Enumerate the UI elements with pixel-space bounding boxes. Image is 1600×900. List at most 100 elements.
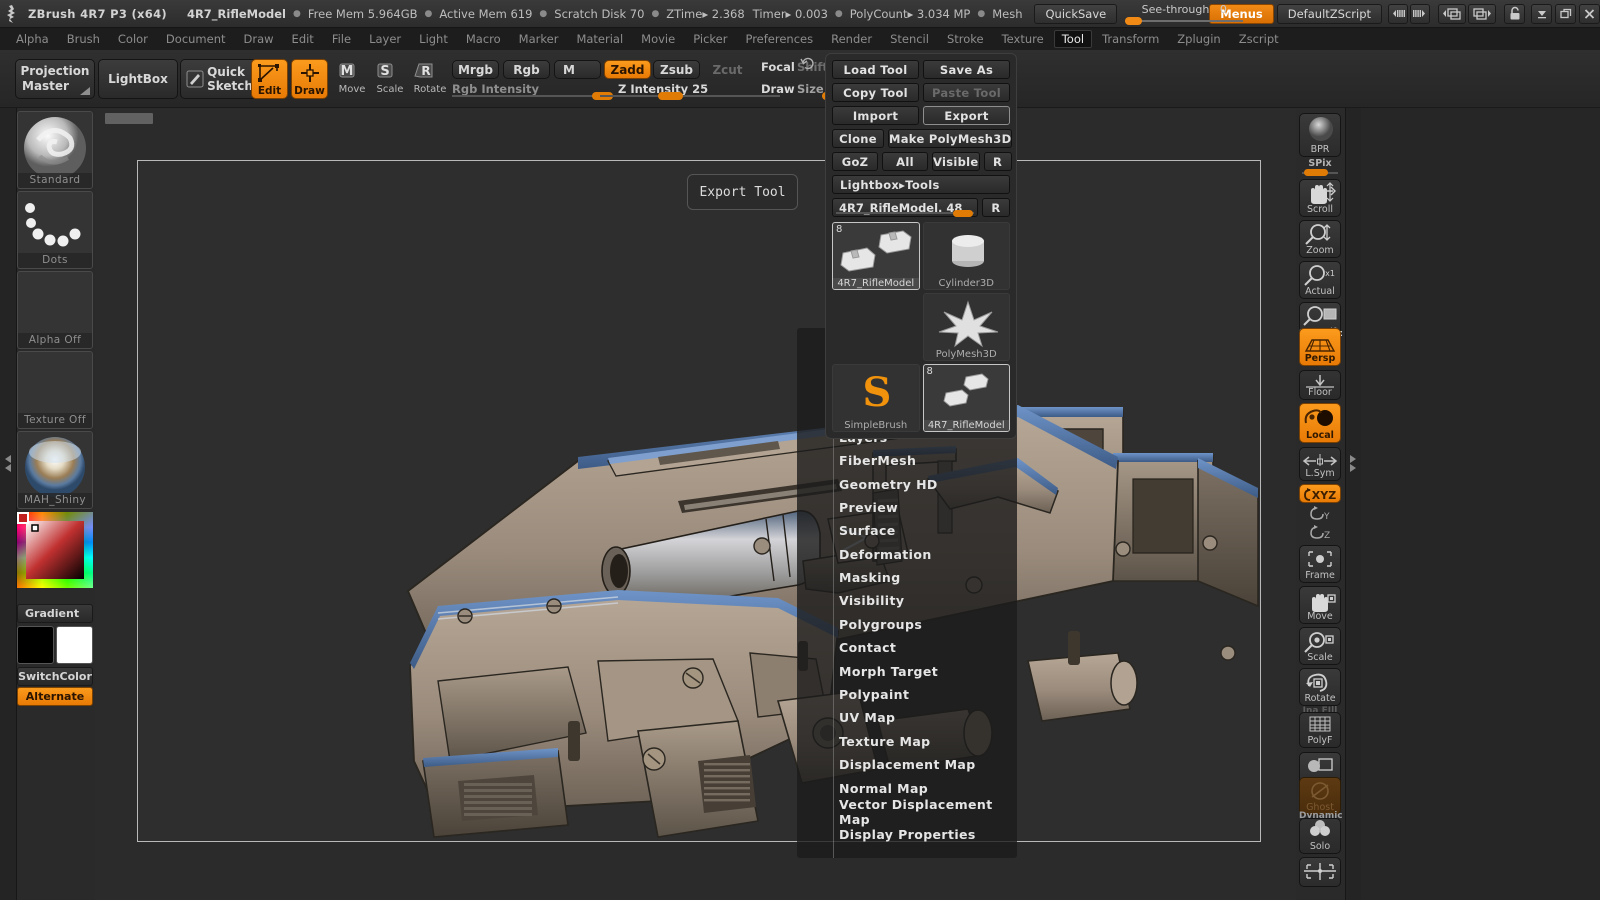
menu-item-file[interactable]: File [324, 30, 359, 48]
persp-button[interactable]: Persp [1299, 328, 1341, 366]
move-button[interactable]: M Move [336, 62, 368, 98]
switch-color-button[interactable]: SwitchColor [17, 667, 93, 686]
visible-button[interactable]: Visible [932, 152, 980, 171]
menu-item-stroke[interactable]: Stroke [939, 30, 992, 48]
scroll-right-icon[interactable] [1410, 3, 1431, 24]
floor-button[interactable]: Floor [1299, 370, 1341, 400]
close-icon[interactable] [1579, 3, 1600, 24]
lightbox-tools-button[interactable]: Lightbox▸Tools [832, 175, 1010, 194]
move-view-button[interactable]: Move [1299, 586, 1341, 624]
see-through-slider[interactable]: See-through 0 [1125, 3, 1244, 25]
tool-section-geometry-hd[interactable]: Geometry HD [797, 472, 1017, 495]
menu-item-picker[interactable]: Picker [685, 30, 735, 48]
tool-thumb-rifle-main[interactable]: 8 4R7_RifleModel [832, 222, 920, 290]
menu-item-edit[interactable]: Edit [284, 30, 322, 48]
tool-section-contact[interactable]: Contact [797, 636, 1017, 659]
make-polymesh3d-button[interactable]: Make PolyMesh3D [888, 129, 1013, 148]
frame-button[interactable]: Frame [1299, 545, 1341, 583]
clone-button[interactable]: Clone [832, 129, 884, 148]
undo-history-icon[interactable] [800, 56, 816, 72]
scroll-left-icon[interactable] [1388, 3, 1409, 24]
menu-item-color[interactable]: Color [110, 30, 156, 48]
tool-thumb-rifle-alt[interactable]: 8 4R7_RifleModel [922, 364, 1010, 432]
menu-item-brush[interactable]: Brush [59, 30, 108, 48]
right-tray-collapse-icon[interactable] [1348, 453, 1358, 475]
draw-button[interactable]: Draw [291, 59, 328, 99]
menu-item-marker[interactable]: Marker [511, 30, 567, 48]
tool-section-display-properties[interactable]: Display Properties [797, 823, 1017, 846]
save-as-button[interactable]: Save As [923, 60, 1010, 79]
secondary-color-swatch[interactable] [56, 626, 93, 664]
see-through-knob[interactable] [1125, 16, 1143, 25]
current-tool-slider-body[interactable]: 4R7_RifleModel. 48 [832, 198, 978, 217]
local-button[interactable]: Local [1299, 403, 1341, 443]
menu-item-layer[interactable]: Layer [361, 30, 409, 48]
export-button[interactable]: Export [923, 106, 1010, 125]
lock-icon[interactable] [1504, 3, 1526, 24]
menu-item-document[interactable]: Document [158, 30, 234, 48]
menu-item-render[interactable]: Render [823, 30, 880, 48]
zoom-button[interactable]: Zoom [1299, 220, 1341, 258]
color-picker[interactable] [17, 512, 93, 602]
menu-item-transform[interactable]: Transform [1094, 30, 1167, 48]
menu-item-movie[interactable]: Movie [633, 30, 683, 48]
mrgb-button[interactable]: Mrgb [452, 60, 499, 79]
projection-master-button[interactable]: Projection Master [15, 59, 95, 99]
lightbox-button[interactable]: LightBox [98, 59, 178, 99]
r-toggle-button[interactable]: R [983, 152, 1012, 171]
rgb-button[interactable]: Rgb [503, 60, 550, 79]
tool-section-preview[interactable]: Preview [797, 496, 1017, 519]
edit-button[interactable]: Edit [251, 59, 288, 99]
all-button[interactable]: All [882, 152, 928, 171]
menu-item-zplugin[interactable]: Zplugin [1169, 30, 1228, 48]
tool-r-button[interactable]: R [982, 198, 1010, 217]
quicksave-button[interactable]: QuickSave [1034, 3, 1118, 24]
stroke-swatch[interactable]: Dots [17, 191, 93, 269]
z-rotate-button[interactable]: Z [1299, 523, 1341, 542]
zadd-button[interactable]: Zadd [604, 60, 651, 79]
prev-layout-icon[interactable] [1438, 3, 1467, 24]
zsub-button[interactable]: Zsub [653, 60, 700, 79]
gradient-button[interactable]: Gradient [17, 604, 93, 623]
tool-section-texture-map[interactable]: Texture Map [797, 730, 1017, 753]
document-canvas[interactable] [95, 108, 1296, 900]
move-arrows-button[interactable] [1299, 857, 1341, 887]
tool-section-masking[interactable]: Masking [797, 566, 1017, 589]
canvas-scroll-pill[interactable] [105, 113, 153, 124]
tool-section-polygroups[interactable]: Polygroups [797, 613, 1017, 636]
menu-item-light[interactable]: Light [411, 30, 456, 48]
menu-item-material[interactable]: Material [568, 30, 631, 48]
tool-section-fibermesh[interactable]: FiberMesh [797, 449, 1017, 472]
m-button[interactable]: M [554, 60, 601, 79]
menu-item-preferences[interactable]: Preferences [737, 30, 821, 48]
zcut-button[interactable]: Zcut [704, 60, 751, 79]
menu-item-macro[interactable]: Macro [458, 30, 509, 48]
next-layout-icon[interactable] [1468, 3, 1497, 24]
tool-section-uv-map[interactable]: UV Map [797, 706, 1017, 729]
tool-section-deformation[interactable]: Deformation [797, 543, 1017, 566]
rifle-model-render[interactable] [138, 161, 1262, 843]
polyf-button[interactable]: PolyF [1299, 712, 1341, 748]
current-tool-slider[interactable]: 4R7_RifleModel. 48 R [832, 198, 1010, 217]
tool-section-visibility[interactable]: Visibility [797, 589, 1017, 612]
tool-section-surface[interactable]: Surface [797, 519, 1017, 542]
actual-button[interactable]: x1 Actual [1299, 261, 1341, 299]
minimize-icon[interactable] [1531, 3, 1553, 24]
scale-view-button[interactable]: Scale [1299, 627, 1341, 665]
scroll-button[interactable]: Scroll [1299, 179, 1341, 217]
alpha-swatch[interactable]: Alpha Off [17, 271, 93, 349]
load-tool-button[interactable]: Load Tool [832, 60, 919, 79]
right-tray-handle[interactable] [1345, 108, 1361, 900]
tool-thumb-simplebrush[interactable]: S SimpleBrush [832, 364, 920, 432]
xyz-button[interactable]: XYZ [1299, 484, 1341, 503]
import-button[interactable]: Import [832, 106, 919, 125]
spix-slider-knob[interactable] [1304, 169, 1328, 176]
tool-section-displacement-map[interactable]: Displacement Map [797, 753, 1017, 776]
quick-sketch-button[interactable]: Quick Sketch [180, 59, 258, 99]
menu-item-alpha[interactable]: Alpha [8, 30, 57, 48]
restore-icon[interactable] [1555, 3, 1577, 24]
tool-thumb-polymesh3d[interactable]: PolyMesh3D [922, 293, 1010, 361]
menu-item-zscript[interactable]: Zscript [1231, 30, 1287, 48]
tool-section-polypaint[interactable]: Polypaint [797, 683, 1017, 706]
zscript-button[interactable]: DefaultZScript [1276, 3, 1383, 24]
